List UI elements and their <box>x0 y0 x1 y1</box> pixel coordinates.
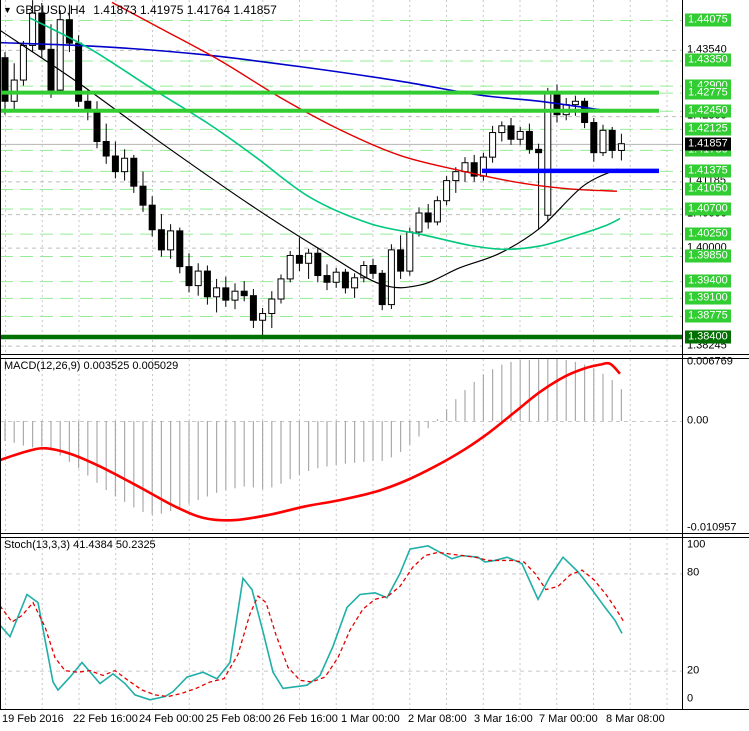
candle-bear <box>139 185 147 206</box>
support-price-label: 1.38400 <box>685 330 731 344</box>
level-price-label: 1.41375 <box>685 164 731 178</box>
candle-bull <box>433 200 441 223</box>
stoch-main-line <box>0 545 623 701</box>
candle-bull <box>599 129 607 154</box>
level-price-label: 1.39100 <box>685 291 731 305</box>
stoch-scale-label: 100 <box>687 538 706 551</box>
candle-bear <box>369 265 377 274</box>
level-price-label: 1.42125 <box>685 122 731 136</box>
macd-indicator-label: MACD(12,26,9) 0.003525 0.005029 <box>4 360 179 372</box>
candle-bear <box>314 252 322 277</box>
time-axis-label: 25 Feb 08:00 <box>206 713 271 725</box>
stoch-indicator-label: Stoch(13,3,3) 41.4384 50.2325 <box>4 539 156 551</box>
chart-header: ▼ GBPUSD,H4 1.41873 1.41975 1.41764 1.4185… <box>3 3 277 17</box>
candle-bear <box>93 110 101 142</box>
candle-bear <box>148 204 156 231</box>
macd-histogram <box>4 359 623 515</box>
candle-bull <box>259 313 267 321</box>
candle-bull <box>406 231 414 272</box>
candle-bear <box>535 148 543 154</box>
candle-bull <box>56 19 64 91</box>
time-axis-label: 3 Mar 16:00 <box>474 713 533 725</box>
level-price-label: 1.40700 <box>685 202 731 216</box>
macd-scale-label: 0.006769 <box>687 355 733 368</box>
level-price-label: 1.40250 <box>685 227 731 241</box>
stoch-scale-label: 0 <box>687 692 694 705</box>
candle-bear <box>130 157 138 187</box>
mt4-chart-window: ▼ GBPUSD,H4 1.41873 1.41975 1.41764 1.4185… <box>0 0 749 731</box>
candle-bull <box>231 290 239 301</box>
candle-bull <box>286 254 294 280</box>
symbol-dropdown-icon[interactable]: ▼ <box>3 5 12 15</box>
level-price-label: 1.42775 <box>685 86 731 100</box>
stoch-scale-label: 80 <box>687 566 700 579</box>
candle-bull <box>213 287 221 298</box>
time-axis-label: 19 Feb 2016 <box>2 713 64 725</box>
macd-scale-label: -0.010957 <box>687 521 737 534</box>
time-axis-label: 8 Mar 08:00 <box>606 713 665 725</box>
candle-bear <box>1 57 9 102</box>
candle-bull <box>19 44 27 81</box>
candle-bear <box>102 140 110 157</box>
level-price-label: 1.39400 <box>685 274 731 288</box>
candle-bear <box>590 122 598 154</box>
candle-bear <box>47 48 55 91</box>
time-axis-label: 22 Feb 16:00 <box>73 713 138 725</box>
level-price-label: 1.42450 <box>685 104 731 118</box>
candle-bear <box>323 275 331 283</box>
candle-bear <box>378 272 386 306</box>
time-axis-label: 1 Mar 00:00 <box>341 713 400 725</box>
candle-bull <box>332 271 340 283</box>
candle-bear <box>176 230 184 268</box>
candle-bear <box>424 212 432 223</box>
candle-bear <box>341 271 349 289</box>
candle-bull <box>305 252 313 264</box>
time-axis-label: 2 Mar 08:00 <box>408 713 467 725</box>
candle-bull <box>268 298 276 315</box>
candle-bull <box>443 180 451 202</box>
level-price-label: 1.44075 <box>685 13 731 27</box>
candle-bull <box>277 278 285 300</box>
candle-bear <box>240 290 248 297</box>
level-price-label: 1.38775 <box>685 309 731 323</box>
level-price-label: 1.43350 <box>685 53 731 67</box>
candle-bear <box>507 125 515 140</box>
candle-bear <box>295 254 303 264</box>
ma-red <box>111 1 618 192</box>
macd-scale-label: 0.00 <box>687 414 709 427</box>
candle-bear <box>222 287 230 301</box>
candle-bear <box>608 129 616 151</box>
ohlc-values: 1.41873 1.41975 1.41764 1.41857 <box>93 3 277 17</box>
current-price-label: 1.41857 <box>685 137 731 151</box>
symbol-title: GBPUSD,H4 <box>15 3 86 17</box>
candle-bull <box>489 132 497 158</box>
candle-bull <box>516 130 524 140</box>
candle-bull <box>571 100 579 106</box>
candle-bull <box>387 249 395 306</box>
candle-bull <box>461 162 469 173</box>
candle-bear <box>397 249 405 272</box>
candle-bear <box>525 130 533 150</box>
candle-bear <box>157 229 165 251</box>
candle-bull <box>498 125 506 134</box>
time-axis-label: 24 Feb 00:00 <box>139 713 204 725</box>
candle-bull <box>479 156 487 177</box>
stoch-scale-label: 20 <box>687 664 700 677</box>
candle-bull <box>415 212 423 233</box>
candle-bull <box>617 143 625 151</box>
candle-bull <box>351 277 359 289</box>
candle-bear <box>185 266 193 287</box>
candle-bear <box>111 155 119 173</box>
time-axis-label: 7 Mar 00:00 <box>539 713 598 725</box>
candle-bull <box>452 171 460 182</box>
level-price-label: 1.41050 <box>685 182 731 196</box>
level-price-label: 1.39850 <box>685 249 731 263</box>
candle-bull <box>167 230 175 251</box>
candle-bull <box>194 270 202 287</box>
time-axis-label: 26 Feb 16:00 <box>273 713 338 725</box>
macd-signal-line <box>0 361 621 522</box>
candle-bear <box>249 295 257 321</box>
candle-bear <box>203 270 211 298</box>
candle-bull <box>121 157 129 173</box>
